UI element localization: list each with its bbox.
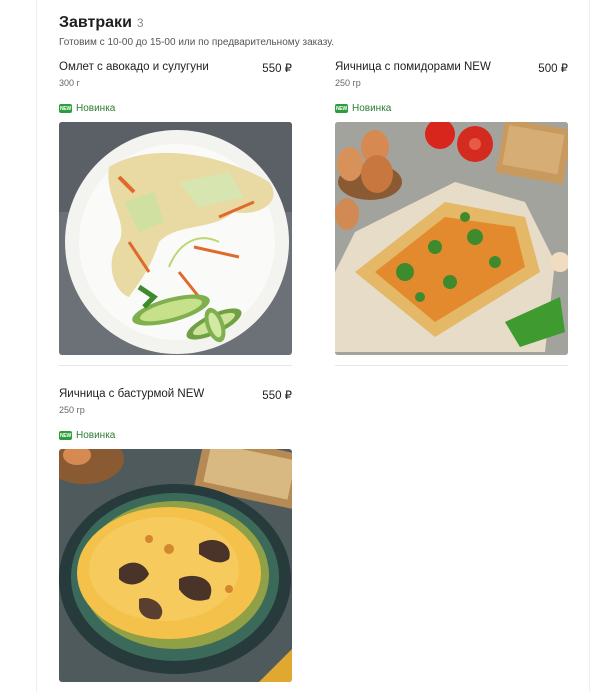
new-badge: NEW Новинка <box>59 430 292 441</box>
page-border-right <box>589 0 590 692</box>
menu-card[interactable]: Яичница с бастурмой NEW 550 ₽ 250 гр NEW… <box>59 388 292 682</box>
dish-weight: 250 гр <box>59 405 85 415</box>
new-badge: NEW Новинка <box>335 103 568 114</box>
section-count: 3 <box>136 16 144 30</box>
card-divider <box>335 365 568 366</box>
page-border-left <box>36 0 37 692</box>
dish-weight: 300 г <box>59 78 80 88</box>
section-subtitle: Готовим с 10-00 до 15-00 или по предвари… <box>59 37 334 48</box>
dish-name[interactable]: Яичница с бастурмой NEW <box>59 388 204 400</box>
new-badge-label: Новинка <box>352 103 392 114</box>
dish-name[interactable]: Омлет с авокадо и сулугуни <box>59 61 209 73</box>
dish-price: 500 ₽ <box>538 63 568 75</box>
menu-card[interactable]: Омлет с авокадо и сулугуни 550 ₽ 300 г N… <box>59 61 292 366</box>
card-divider <box>59 365 292 366</box>
menu-card[interactable]: Яичница с помидорами NEW 500 ₽ 250 гр NE… <box>335 61 568 366</box>
new-badge-icon: NEW <box>59 104 72 113</box>
dish-price: 550 ₽ <box>262 63 292 75</box>
new-badge-icon: NEW <box>335 104 348 113</box>
dish-weight: 250 гр <box>335 78 361 88</box>
eggs-tomatoes-photo[interactable] <box>335 122 568 355</box>
dish-name[interactable]: Яичница с помидорами NEW <box>335 61 491 73</box>
section-header: Завтраки 3 <box>59 14 579 32</box>
section-title: Завтраки <box>59 14 132 31</box>
menu-section-breakfast: Завтраки 3 Готовим с 10-00 до 15-00 или … <box>59 14 579 48</box>
dish-price: 550 ₽ <box>262 390 292 402</box>
eggs-basturma-photo[interactable] <box>59 449 292 682</box>
omelette-avocado-photo[interactable] <box>59 122 292 355</box>
new-badge: NEW Новинка <box>59 103 292 114</box>
new-badge-icon: NEW <box>59 431 72 440</box>
new-badge-label: Новинка <box>76 103 116 114</box>
new-badge-label: Новинка <box>76 430 116 441</box>
